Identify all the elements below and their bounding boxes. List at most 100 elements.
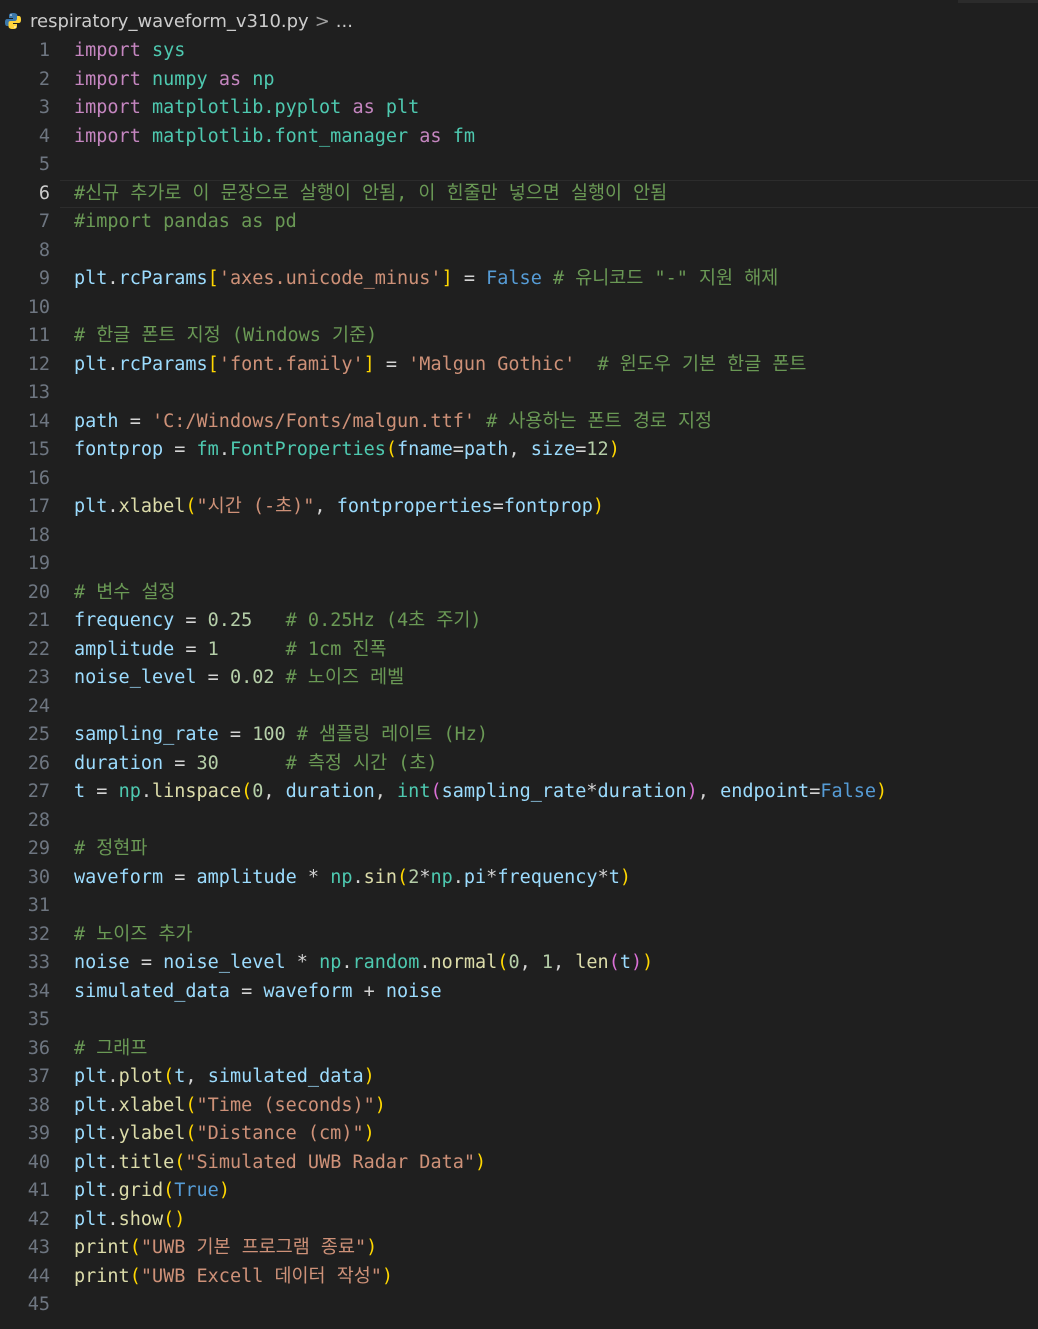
line-text[interactable]: path = 'C:/Windows/Fonts/malgun.ttf' # 사… xyxy=(74,408,1038,437)
breadcrumb-file[interactable]: respiratory_waveform_v310.py xyxy=(30,11,309,32)
code-line[interactable]: 7 #import pandas as pd xyxy=(0,208,1038,237)
line-number: 32 xyxy=(27,923,50,945)
line-text[interactable]: import matplotlib.font_manager as fm xyxy=(74,123,1038,152)
line-text[interactable]: sampling_rate = 100 # 샘플링 레이트 (Hz) xyxy=(74,721,1038,750)
line-text[interactable]: plt.plot(t, simulated_data) xyxy=(74,1063,1038,1092)
code-line[interactable]: 8 xyxy=(0,237,1038,266)
line-text[interactable] xyxy=(74,693,1038,722)
code-line[interactable]: 21 frequency = 0.25 # 0.25Hz (4초 주기) xyxy=(0,607,1038,636)
code-line[interactable]: 10 xyxy=(0,294,1038,323)
code-line[interactable]: 42 plt.show() xyxy=(0,1206,1038,1235)
line-text[interactable]: frequency = 0.25 # 0.25Hz (4초 주기) xyxy=(74,607,1038,636)
line-text[interactable]: # 노이즈 추가 xyxy=(74,921,1038,950)
line-text[interactable] xyxy=(74,807,1038,836)
line-text[interactable]: noise_level = 0.02 # 노이즈 레벨 xyxy=(74,664,1038,693)
line-text[interactable]: # 한글 폰트 지정 (Windows 기준) xyxy=(74,322,1038,351)
line-text[interactable]: waveform = amplitude * np.sin(2*np.pi*fr… xyxy=(74,864,1038,893)
line-text[interactable]: simulated_data = waveform + noise xyxy=(74,978,1038,1007)
code-line[interactable]: 43 print("UWB 기본 프로그램 종료") xyxy=(0,1234,1038,1263)
line-number: 24 xyxy=(27,695,50,717)
line-text[interactable]: plt.show() xyxy=(74,1206,1038,1235)
code-line[interactable]: 2 import numpy as np xyxy=(0,66,1038,95)
code-line[interactable]: 22 amplitude = 1 # 1cm 진폭 xyxy=(0,636,1038,665)
line-text[interactable] xyxy=(74,1291,1038,1320)
code-line[interactable]: 1 import sys xyxy=(0,37,1038,66)
line-text[interactable] xyxy=(74,151,1038,180)
line-text[interactable]: plt.title("Simulated UWB Radar Data") xyxy=(74,1149,1038,1178)
code-line[interactable]: 18 xyxy=(0,522,1038,551)
line-text[interactable]: # 변수 설정 xyxy=(74,579,1038,608)
line-text[interactable]: import matplotlib.pyplot as plt xyxy=(74,94,1038,123)
code-line[interactable]: 37 plt.plot(t, simulated_data) xyxy=(0,1063,1038,1092)
code-editor[interactable]: respiratory_waveform_v310.py > ... 1 impo… xyxy=(0,0,1038,1329)
code-line[interactable]: 11 # 한글 폰트 지정 (Windows 기준) xyxy=(0,322,1038,351)
code-line[interactable]: 40 plt.title("Simulated UWB Radar Data") xyxy=(0,1149,1038,1178)
code-area[interactable]: 1 import sys 2 import numpy as np 3 import ma… xyxy=(0,37,1038,1320)
line-text[interactable]: noise = noise_level * np.random.normal(0… xyxy=(74,949,1038,978)
code-line[interactable]: 6 #신규 추가로 이 문장으로 살행이 안됨, 이 힌줄만 넣으면 실행이 안됨 xyxy=(0,179,1038,209)
line-text[interactable] xyxy=(74,379,1038,408)
code-line[interactable]: 35 xyxy=(0,1006,1038,1035)
code-line[interactable]: 29 # 정현파 xyxy=(0,835,1038,864)
code-line[interactable]: 16 xyxy=(0,465,1038,494)
line-text[interactable]: plt.ylabel("Distance (cm)") xyxy=(74,1120,1038,1149)
code-line[interactable]: 30 waveform = amplitude * np.sin(2*np.pi*… xyxy=(0,864,1038,893)
code-line[interactable]: 45 xyxy=(0,1291,1038,1320)
code-line[interactable]: 20 # 변수 설정 xyxy=(0,579,1038,608)
code-line[interactable]: 41 plt.grid(True) xyxy=(0,1177,1038,1206)
code-token: np xyxy=(430,866,453,888)
code-line[interactable]: 24 xyxy=(0,693,1038,722)
code-line[interactable]: 32 # 노이즈 추가 xyxy=(0,921,1038,950)
code-line[interactable]: 17 plt.xlabel("시간 (-초)", fontproperties=f… xyxy=(0,493,1038,522)
code-line[interactable]: 31 xyxy=(0,892,1038,921)
line-text[interactable]: #import pandas as pd xyxy=(74,208,1038,237)
code-line[interactable]: 4 import matplotlib.font_manager as fm xyxy=(0,123,1038,152)
code-token: 1 xyxy=(207,638,219,660)
line-text[interactable]: plt.xlabel("Time (seconds)") xyxy=(74,1092,1038,1121)
code-line[interactable]: 15 fontprop = fm.FontProperties(fname=pat… xyxy=(0,436,1038,465)
code-line[interactable]: 23 noise_level = 0.02 # 노이즈 레벨 xyxy=(0,664,1038,693)
line-text[interactable] xyxy=(74,294,1038,323)
code-line[interactable]: 34 simulated_data = waveform + noise xyxy=(0,978,1038,1007)
line-text[interactable]: #신규 추가로 이 문장으로 살행이 안됨, 이 힌줄만 넣으면 실행이 안됨 xyxy=(74,180,1038,209)
code-line[interactable]: 26 duration = 30 # 측정 시간 (초) xyxy=(0,750,1038,779)
line-text[interactable]: plt.grid(True) xyxy=(74,1177,1038,1206)
code-line[interactable]: 39 plt.ylabel("Distance (cm)") xyxy=(0,1120,1038,1149)
line-text[interactable] xyxy=(74,465,1038,494)
line-text[interactable] xyxy=(74,892,1038,921)
line-text[interactable] xyxy=(74,1006,1038,1035)
line-text[interactable]: print("UWB Excell 데이터 작성") xyxy=(74,1263,1038,1292)
line-text[interactable] xyxy=(74,522,1038,551)
line-text[interactable] xyxy=(74,550,1038,579)
code-line[interactable]: 3 import matplotlib.pyplot as plt xyxy=(0,94,1038,123)
breadcrumb-more[interactable]: ... xyxy=(336,11,353,32)
line-text[interactable]: import sys xyxy=(74,37,1038,66)
code-line[interactable]: 13 xyxy=(0,379,1038,408)
code-line[interactable]: 33 noise = noise_level * np.random.normal… xyxy=(0,949,1038,978)
line-text[interactable]: # 그래프 xyxy=(74,1035,1038,1064)
code-line[interactable]: 38 plt.xlabel("Time (seconds)") xyxy=(0,1092,1038,1121)
code-line[interactable]: 19 xyxy=(0,550,1038,579)
line-text[interactable]: t = np.linspace(0, duration, int(samplin… xyxy=(74,778,1038,807)
code-line[interactable]: 14 path = 'C:/Windows/Fonts/malgun.ttf' #… xyxy=(0,408,1038,437)
line-number: 1 xyxy=(38,40,50,61)
line-text[interactable]: plt.xlabel("시간 (-초)", fontproperties=fon… xyxy=(74,493,1038,522)
code-line[interactable]: 25 sampling_rate = 100 # 샘플링 레이트 (Hz) xyxy=(0,721,1038,750)
line-text[interactable]: fontprop = fm.FontProperties(fname=path,… xyxy=(74,436,1038,465)
code-line[interactable]: 28 xyxy=(0,807,1038,836)
code-line[interactable]: 36 # 그래프 xyxy=(0,1035,1038,1064)
line-text[interactable]: # 정현파 xyxy=(74,835,1038,864)
code-line[interactable]: 27 t = np.linspace(0, duration, int(sampl… xyxy=(0,778,1038,807)
code-line[interactable]: 5 xyxy=(0,151,1038,180)
code-line[interactable]: 12 plt.rcParams['font.family'] = 'Malgun … xyxy=(0,351,1038,380)
line-text[interactable]: import numpy as np xyxy=(74,66,1038,95)
line-text[interactable]: plt.rcParams['axes.unicode_minus'] = Fal… xyxy=(74,265,1038,294)
line-text[interactable]: plt.rcParams['font.family'] = 'Malgun Go… xyxy=(74,351,1038,380)
line-text[interactable]: print("UWB 기본 프로그램 종료") xyxy=(74,1234,1038,1263)
code-line[interactable]: 44 print("UWB Excell 데이터 작성") xyxy=(0,1263,1038,1292)
line-text[interactable] xyxy=(74,237,1038,266)
line-text[interactable]: duration = 30 # 측정 시간 (초) xyxy=(74,750,1038,779)
line-number: 17 xyxy=(27,496,50,517)
code-line[interactable]: 9 plt.rcParams['axes.unicode_minus'] = Fa… xyxy=(0,265,1038,294)
line-text[interactable]: amplitude = 1 # 1cm 진폭 xyxy=(74,636,1038,665)
